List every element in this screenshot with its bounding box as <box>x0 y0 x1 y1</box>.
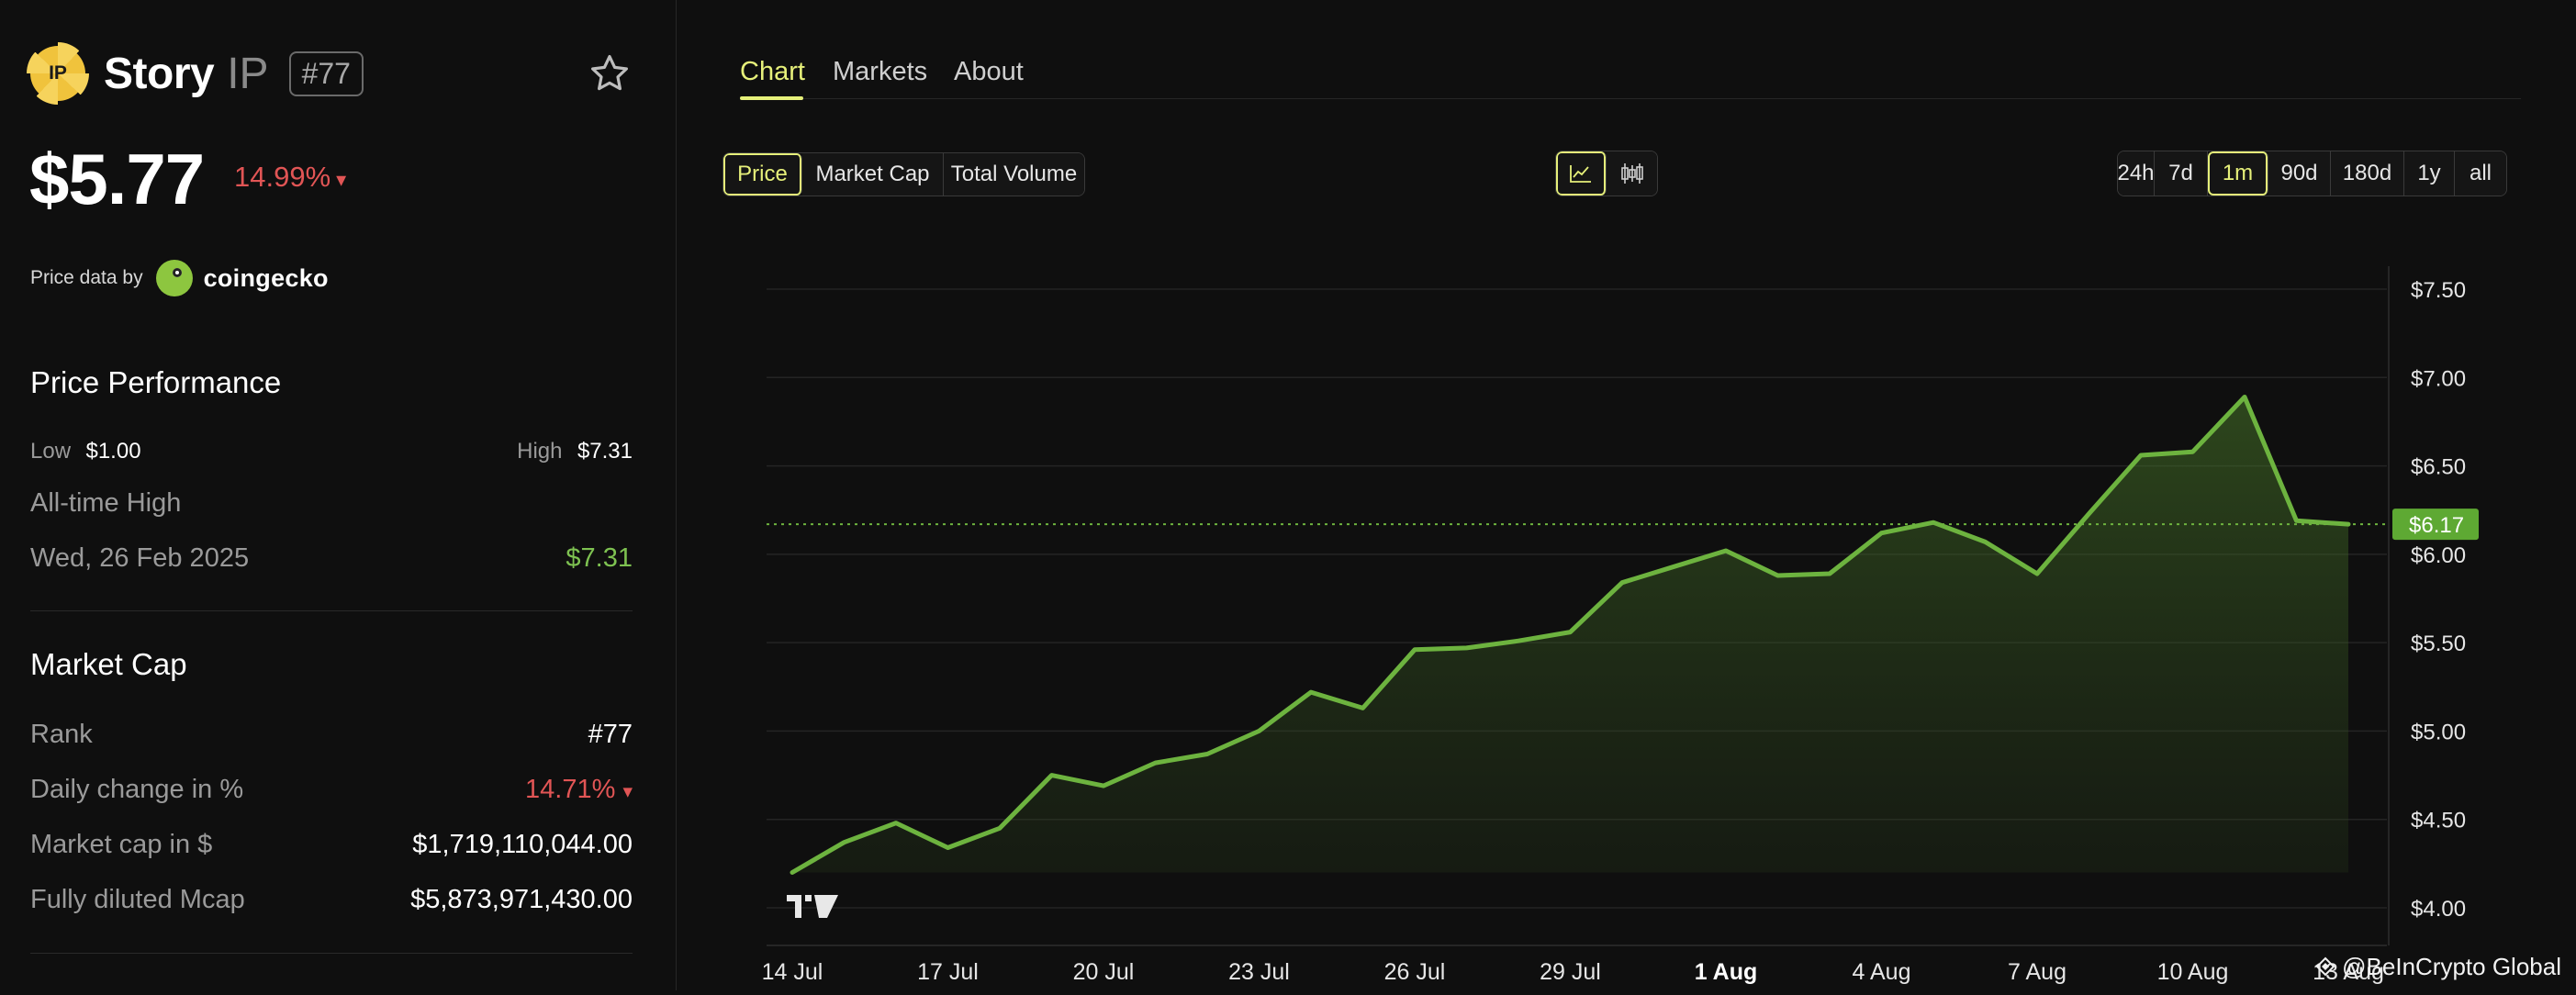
market-cap-value: $1,719,110,044.00 <box>412 830 633 859</box>
metric-price-button[interactable]: Price <box>723 153 802 196</box>
section-divider <box>30 610 633 611</box>
ath-value: $7.31 <box>566 543 633 573</box>
watermark: @BeInCrypto Global <box>2314 953 2561 981</box>
y-tick-label: $7.00 <box>2411 366 2466 391</box>
metric-total-volume-button[interactable]: Total Volume <box>944 153 1084 196</box>
market-cap-row: Market cap in $ $1,719,110,044.00 <box>30 830 633 860</box>
line-chart-button[interactable] <box>1556 151 1607 196</box>
ath-label: All-time High <box>30 488 182 518</box>
market-cap-row: Rank #77 <box>30 720 633 750</box>
tabs-divider <box>740 98 2521 99</box>
chart-type-selector <box>1555 151 1658 196</box>
down-arrow-icon: ▾ <box>622 781 633 802</box>
fdv-value: $5,873,971,430.00 <box>410 885 633 914</box>
y-tick-label: $5.50 <box>2411 632 2466 656</box>
low-high-row: Low $1.00 High $7.31 <box>30 439 633 464</box>
metric-selector: Price Market Cap Total Volume <box>722 152 1085 196</box>
x-tick-label: 7 Aug <box>2008 959 2066 985</box>
y-tick-label: $6.50 <box>2411 455 2466 480</box>
y-tick-label: $4.00 <box>2411 897 2466 922</box>
price-change: 14.99% ▾ <box>234 161 346 194</box>
ath-label-row: All-time High <box>30 488 633 519</box>
price-performance-title: Price Performance <box>30 365 282 399</box>
price-source-label: Price data by <box>30 267 143 288</box>
daily-change-number: 14.71% <box>525 775 616 804</box>
x-tick-label: 20 Jul <box>1073 959 1135 985</box>
section-divider <box>30 953 633 954</box>
favorite-star-icon[interactable] <box>588 51 632 95</box>
down-arrow-icon: ▾ <box>336 168 347 191</box>
rank-value: #77 <box>588 720 633 749</box>
x-tick-label: 1 Aug <box>1695 959 1758 985</box>
range-24h-button[interactable]: 24h <box>2118 151 2155 196</box>
metric-market-cap-button[interactable]: Market Cap <box>802 153 944 196</box>
x-tick-label: 17 Jul <box>917 959 979 985</box>
x-tick-label: 4 Aug <box>1853 959 1911 985</box>
high-label: High <box>517 439 563 464</box>
daily-change-label: Daily change in % <box>30 775 244 804</box>
current-price: $5.77 <box>29 139 205 219</box>
price-change-value: 14.99% <box>234 161 331 193</box>
candlestick-button[interactable] <box>1607 151 1657 196</box>
rank-label: Rank <box>30 720 93 749</box>
x-tick-label: 14 Jul <box>762 959 823 985</box>
high-value: $7.31 <box>577 439 633 464</box>
fdv-label: Fully diluted Mcap <box>30 885 245 914</box>
coin-logo: IP <box>27 42 89 105</box>
price-source: Price data by coingecko <box>30 260 329 296</box>
tab-markets[interactable]: Markets <box>833 57 927 87</box>
price-chart[interactable]: $7.50 $7.00 $6.50 $6.00 $5.50 $5.00 $4.50 $4.00… <box>762 248 2576 990</box>
watermark-text: @BeInCrypto Global <box>2342 953 2561 980</box>
price-source-provider[interactable]: coingecko <box>204 264 329 293</box>
daily-change-value: 14.71% ▾ <box>525 775 633 805</box>
x-tick-label: 26 Jul <box>1384 959 1446 985</box>
market-cap-row: Fully diluted Mcap $5,873,971,430.00 <box>30 885 633 915</box>
coin-name: Story <box>104 49 215 98</box>
y-tick-label: $4.50 <box>2411 809 2466 833</box>
market-cap-label: Market cap in $ <box>30 830 213 859</box>
ath-date: Wed, 26 Feb 2025 <box>30 543 250 573</box>
watermark-logo-icon <box>2315 956 2335 976</box>
low-value: $1.00 <box>85 439 141 464</box>
coin-header: IP Story IP #77 <box>27 42 364 105</box>
y-tick-label: $6.00 <box>2411 543 2466 568</box>
coin-logo-text: IP <box>49 62 67 84</box>
range-90d-button[interactable]: 90d <box>2268 151 2331 196</box>
range-all-button[interactable]: all <box>2455 151 2506 196</box>
ath-row: Wed, 26 Feb 2025 $7.31 <box>30 543 633 574</box>
coingecko-logo-icon <box>155 260 193 296</box>
low-label: Low <box>30 439 72 464</box>
tab-active-indicator <box>740 96 803 100</box>
coin-info-panel: IP Story IP #77 $5.77 14.99% ▾ Price data… <box>0 0 677 990</box>
x-tick-label: 29 Jul <box>1540 959 1601 985</box>
range-1y-button[interactable]: 1y <box>2404 151 2455 196</box>
tab-chart[interactable]: Chart <box>740 57 805 87</box>
coin-symbol: IP <box>227 49 269 98</box>
x-tick-label: 10 Aug <box>2157 959 2229 985</box>
market-cap-row: Daily change in % 14.71% ▾ <box>30 775 633 805</box>
y-tick-label: $7.50 <box>2411 278 2466 303</box>
rank-badge: #77 <box>288 50 364 96</box>
range-selector: 24h 7d 1m 90d 180d 1y all <box>2117 151 2507 196</box>
range-1m-button[interactable]: 1m <box>2208 151 2268 196</box>
market-cap-title: Market Cap <box>30 647 187 681</box>
line-chart-icon <box>1570 165 1591 183</box>
range-180d-button[interactable]: 180d <box>2331 151 2404 196</box>
range-7d-button[interactable]: 7d <box>2155 151 2208 196</box>
x-tick-label: 23 Jul <box>1228 959 1290 985</box>
price-chart-svg[interactable]: $7.50 $7.00 $6.50 $6.00 $5.50 $5.00 $4.50 $4.00… <box>762 248 2576 990</box>
tab-about[interactable]: About <box>954 57 1024 87</box>
tradingview-logo-icon <box>787 895 838 918</box>
y-tick-label: $5.00 <box>2411 720 2466 744</box>
current-price-label: $6.17 <box>2409 513 2464 538</box>
candlestick-icon <box>1620 163 1643 184</box>
